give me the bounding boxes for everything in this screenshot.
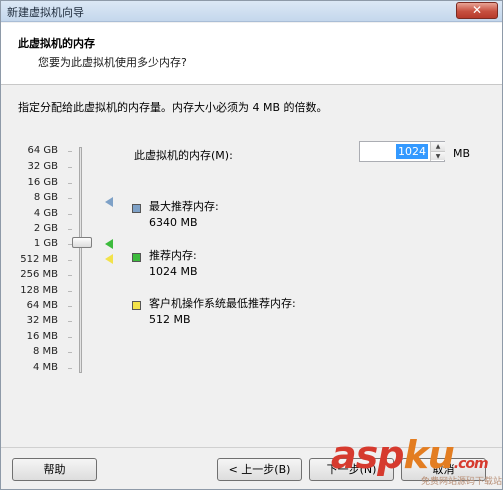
scale-label: 4 GB — [33, 208, 58, 219]
close-button[interactable]: ✕ — [456, 2, 498, 19]
scale-label: 8 MB — [32, 346, 58, 357]
scale-tick — [68, 352, 72, 353]
max-recommended-info: 最大推荐内存: 6340 MB — [149, 199, 219, 231]
scale-label: 64 GB — [27, 145, 58, 156]
max-recommended-marker-icon — [105, 197, 113, 207]
scale-tick — [68, 183, 72, 184]
recommended-value: 1024 MB — [149, 265, 198, 278]
max-recommended-title: 最大推荐内存: — [149, 200, 219, 213]
scale-tick — [68, 306, 72, 307]
min-recommended-title: 客户机操作系统最低推荐内存: — [149, 297, 296, 310]
memory-unit: MB — [453, 147, 471, 160]
scale-tick — [68, 337, 72, 338]
scale-label: 32 GB — [27, 161, 58, 172]
wizard-window: 新建虚拟机向导 ✕ 此虚拟机的内存 您要为此虚拟机使用多少内存? 指定分配给此虚… — [0, 0, 503, 490]
min-recommended-value: 512 MB — [149, 313, 191, 326]
scale-tick — [68, 275, 72, 276]
memory-label: 此虚拟机的内存(M): — [134, 149, 233, 162]
scale-label: 16 MB — [26, 331, 58, 342]
back-button[interactable]: < 上一步(B) — [217, 458, 302, 481]
scale-label: 16 GB — [27, 177, 58, 188]
scale-tick — [68, 229, 72, 230]
scale-tick — [68, 260, 72, 261]
memory-slider-thumb[interactable] — [72, 237, 92, 248]
intro-text: 指定分配给此虚拟机的内存量。内存大小必须为 4 MB 的倍数。 — [18, 101, 328, 114]
watermark-ku: ku — [403, 433, 454, 477]
max-recommended-swatch — [132, 204, 141, 213]
page-subtitle: 您要为此虚拟机使用多少内存? — [38, 56, 187, 69]
scale-tick — [68, 151, 72, 152]
window-title: 新建虚拟机向导 — [7, 6, 84, 19]
min-recommended-info: 客户机操作系统最低推荐内存: 512 MB — [149, 296, 296, 328]
scale-label: 256 MB — [20, 269, 58, 280]
recommended-marker-icon — [105, 239, 113, 249]
scale-label: 512 MB — [20, 254, 58, 265]
max-recommended-value: 6340 MB — [149, 216, 198, 229]
memory-value[interactable]: 1024 — [396, 144, 428, 159]
scale-label: 4 MB — [32, 362, 58, 373]
memory-slider-track[interactable] — [79, 147, 82, 373]
spin-buttons: ▲ ▼ — [430, 142, 445, 161]
scale-label: 128 MB — [20, 285, 58, 296]
watermark-logo: aspku.com — [331, 433, 489, 477]
scale-tick — [68, 167, 72, 168]
spin-down-icon[interactable]: ▼ — [431, 151, 445, 160]
recommended-swatch — [132, 253, 141, 262]
scale-tick — [68, 291, 72, 292]
scale-label: 1 GB — [33, 238, 58, 249]
watermark-suffix: .com — [453, 456, 489, 472]
scale-label: 32 MB — [26, 315, 58, 326]
scale-label: 2 GB — [33, 223, 58, 234]
page-title: 此虚拟机的内存 — [18, 37, 95, 50]
memory-spinbox[interactable]: 1024 ▲ ▼ — [359, 141, 445, 162]
recommended-title: 推荐内存: — [149, 249, 197, 262]
min-recommended-marker-icon — [105, 254, 113, 264]
watermark-asp: asp — [331, 433, 404, 477]
scale-tick — [68, 321, 72, 322]
help-button[interactable]: 帮助 — [12, 458, 97, 481]
spin-up-icon[interactable]: ▲ — [431, 142, 445, 151]
scale-tick — [68, 368, 72, 369]
scale-label: 64 MB — [26, 300, 58, 311]
wizard-header: 此虚拟机的内存 您要为此虚拟机使用多少内存? — [1, 23, 502, 85]
min-recommended-swatch — [132, 301, 141, 310]
scale-tick — [68, 198, 72, 199]
recommended-info: 推荐内存: 1024 MB — [149, 248, 198, 280]
scale-tick — [68, 214, 72, 215]
title-bar: 新建虚拟机向导 ✕ — [1, 1, 502, 22]
scale-label: 8 GB — [33, 192, 58, 203]
watermark-subtext: 免费网站源码下载站 — [421, 477, 503, 487]
